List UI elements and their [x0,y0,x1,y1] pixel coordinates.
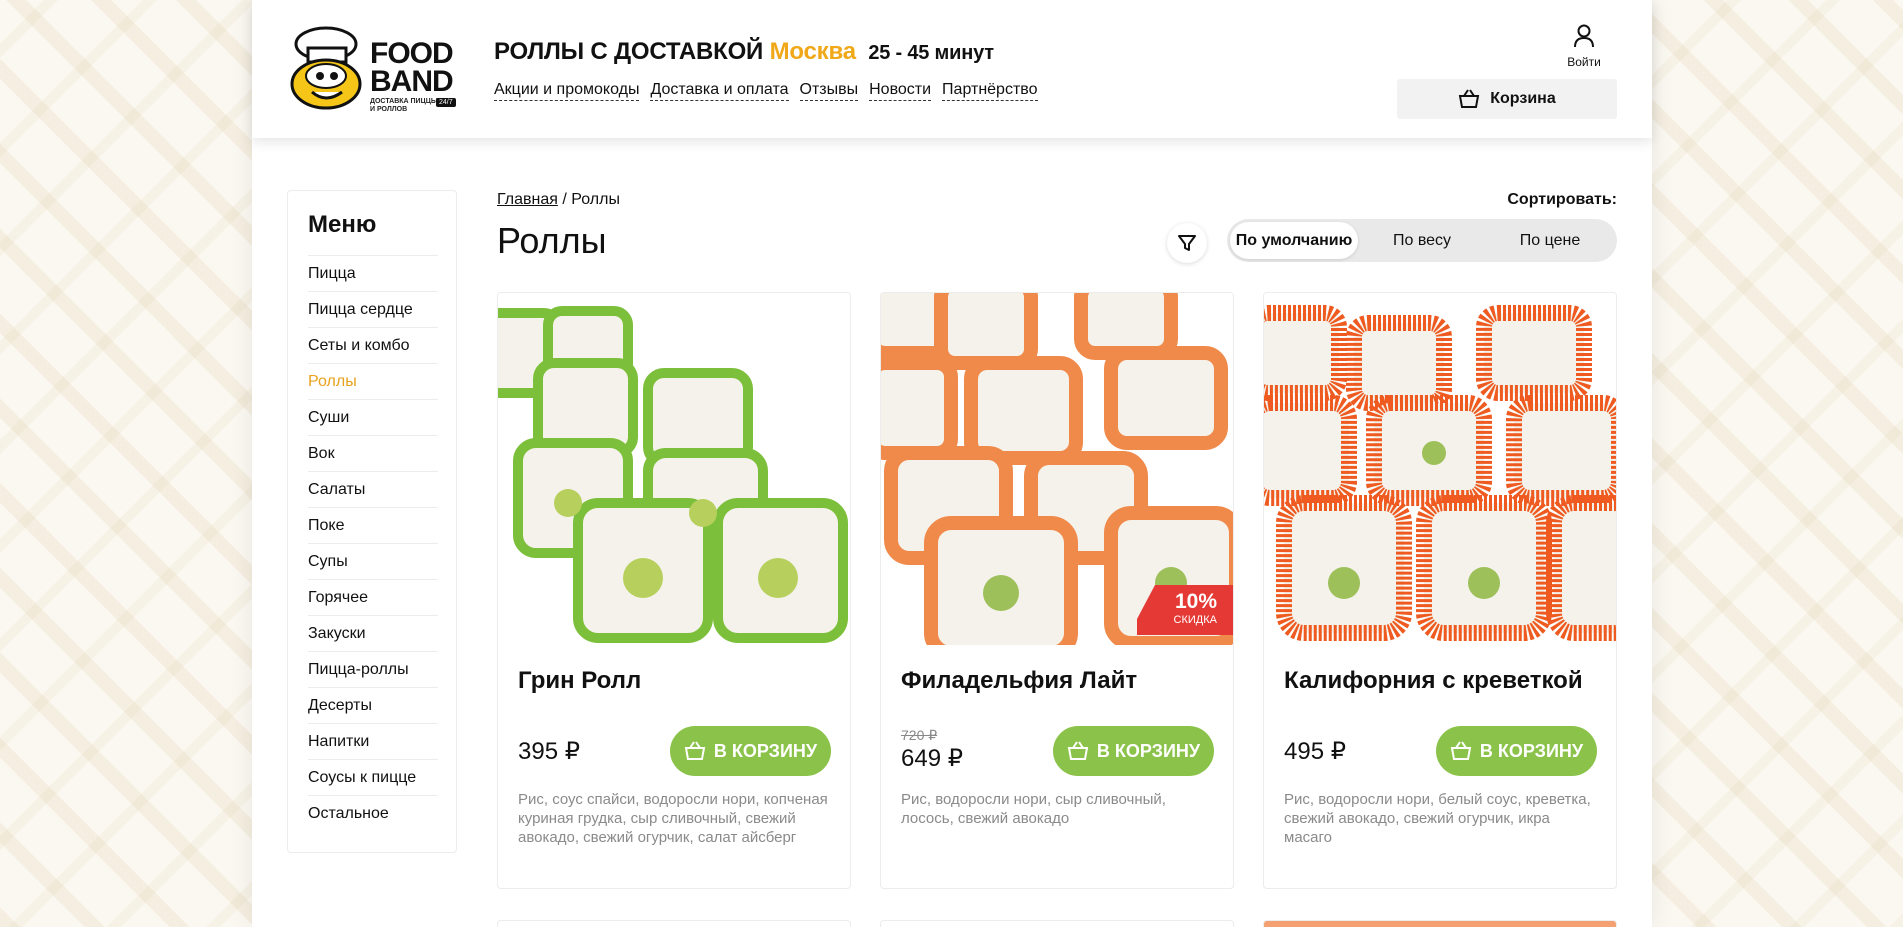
product-description: Рис, соус спайси, водоросли нори, копчен… [518,791,828,846]
menu-item-hot[interactable]: Горячее [308,579,438,615]
menu-item-poke[interactable]: Поке [308,507,438,543]
menu-item-drinks[interactable]: Напитки [308,723,438,759]
header-nav: Акции и промокоды Доставка и оплата Отзы… [494,80,1038,101]
product-image[interactable] [1264,293,1616,645]
product-description: Рис, водоросли нори, белый соус, креветк… [1284,791,1591,846]
chef-mascot-icon [290,26,362,110]
menu-item-salads[interactable]: Салаты [308,471,438,507]
breadcrumb-home[interactable]: Главная [497,191,558,208]
login-button[interactable]: Войти [1560,24,1608,69]
product-description: Рис, водоросли нори, сыр сливочный, лосо… [901,791,1166,827]
login-label: Войти [1567,55,1601,69]
add-to-cart-button[interactable]: В корзину [1436,726,1597,776]
menu-item-sets[interactable]: Сеты и комбо [308,327,438,363]
sort-price[interactable]: По цене [1486,222,1614,259]
menu-item-other[interactable]: Остальное [308,795,438,831]
product-name: Калифорния с креветкой [1284,667,1583,694]
roll-image-green [498,306,848,643]
product-card-stub[interactable] [497,920,851,927]
nav-promo[interactable]: Акции и промокоды [494,80,640,101]
product-name: Филадельфия Лайт [901,667,1138,694]
sort-toggle: По умолчанию По весу По цене [1227,219,1617,262]
discount-label: скидка [1173,614,1217,626]
basket-icon [1067,741,1089,760]
nav-reviews[interactable]: Отзывы [799,80,859,101]
breadcrumb-current: Роллы [571,191,620,208]
filter-icon [1178,235,1196,251]
product-card[interactable]: 10% скидка Филадельфия Лайт 720 ₽ 649 ₽ … [880,292,1234,889]
delivery-time: 25 - 45 минут [868,42,994,64]
product-price: 649 ₽ [901,745,963,772]
add-to-cart-label: В корзину [1479,740,1584,761]
menu-item-pizza-heart[interactable]: Пицца сердце [308,291,438,327]
brand-tagline: ДОСТАВКА ПИЦЦЫ И РОЛЛОВ [370,98,438,113]
menu-item-sauces[interactable]: Соусы к пицце [308,759,438,795]
brand-name: FOOD BAND [370,37,454,98]
product-price: 395 ₽ [518,738,580,765]
nav-partnership[interactable]: Партнёрство [942,80,1038,101]
page-container: FOOD BAND ДОСТАВКА ПИЦЦЫ И РОЛЛОВ 24/7 Р… [252,0,1652,927]
sort-default[interactable]: По умолчанию [1230,222,1358,259]
cart-button[interactable]: Корзина [1397,79,1617,119]
menu-item-desserts[interactable]: Десерты [308,687,438,723]
product-image[interactable] [498,293,850,645]
menu-item-pizza-rolls[interactable]: Пицца-роллы [308,651,438,687]
menu-item-sushi[interactable]: Суши [308,399,438,435]
menu-item-rolls[interactable]: Роллы [308,363,438,399]
sidebar-title: Меню [308,211,377,238]
menu-item-pizza[interactable]: Пицца [308,255,438,291]
product-old-price: 720 ₽ [901,727,938,743]
menu-item-wok[interactable]: Вок [308,435,438,471]
cart-label: Корзина [1490,90,1556,107]
logo[interactable]: FOOD BAND ДОСТАВКА ПИЦЦЫ И РОЛЛОВ 24/7 [286,26,456,116]
discount-badge: 10% скидка [1137,585,1233,635]
product-card-stub[interactable] [1263,920,1617,927]
basket-icon [1450,741,1472,760]
product-card[interactable]: Грин Ролл 395 ₽ В корзину Рис, соус спай… [497,292,851,889]
add-to-cart-label: В корзину [1096,740,1201,761]
basket-icon [1459,89,1480,108]
breadcrumb-separator: / [562,191,567,208]
product-card[interactable]: Калифорния с креветкой 495 ₽ В корзину Р… [1263,292,1617,889]
add-to-cart-button[interactable]: В корзину [1053,726,1214,776]
menu-item-snacks[interactable]: Закуски [308,615,438,651]
header-title: РОЛЛЫ С ДОСТАВКОЙ Москва 25 - 45 минут [494,38,994,66]
nav-news[interactable]: Новости [869,80,932,101]
add-to-cart-label: В корзину [713,740,818,761]
breadcrumb: Главная / Роллы [497,191,620,209]
menu-list: Пицца Пицца сердце Сеты и комбо Роллы Су… [308,255,438,831]
site-header: FOOD BAND ДОСТАВКА ПИЦЦЫ И РОЛЛОВ 24/7 Р… [252,0,1652,138]
menu-item-soups[interactable]: Супы [308,543,438,579]
page-title: Роллы [497,220,607,261]
product-card-stub[interactable] [880,920,1234,927]
roll-image-masago [1264,305,1616,641]
product-price: 495 ₽ [1284,738,1346,765]
user-icon [1574,24,1594,48]
filter-button[interactable] [1167,223,1207,263]
nav-delivery[interactable]: Доставка и оплата [650,80,789,101]
basket-icon [684,741,706,760]
header-title-text: РОЛЛЫ С ДОСТАВКОЙ [494,38,764,65]
add-to-cart-button[interactable]: В корзину [670,726,831,776]
city-selector[interactable]: Москва [770,38,856,65]
brand-badge: 24/7 [436,98,456,107]
sidebar-menu: Меню Пицца Пицца сердце Сеты и комбо Рол… [287,190,457,853]
sort-weight[interactable]: По весу [1358,222,1486,259]
product-name: Грин Ролл [518,667,642,694]
sort-label: Сортировать: [1507,191,1617,208]
